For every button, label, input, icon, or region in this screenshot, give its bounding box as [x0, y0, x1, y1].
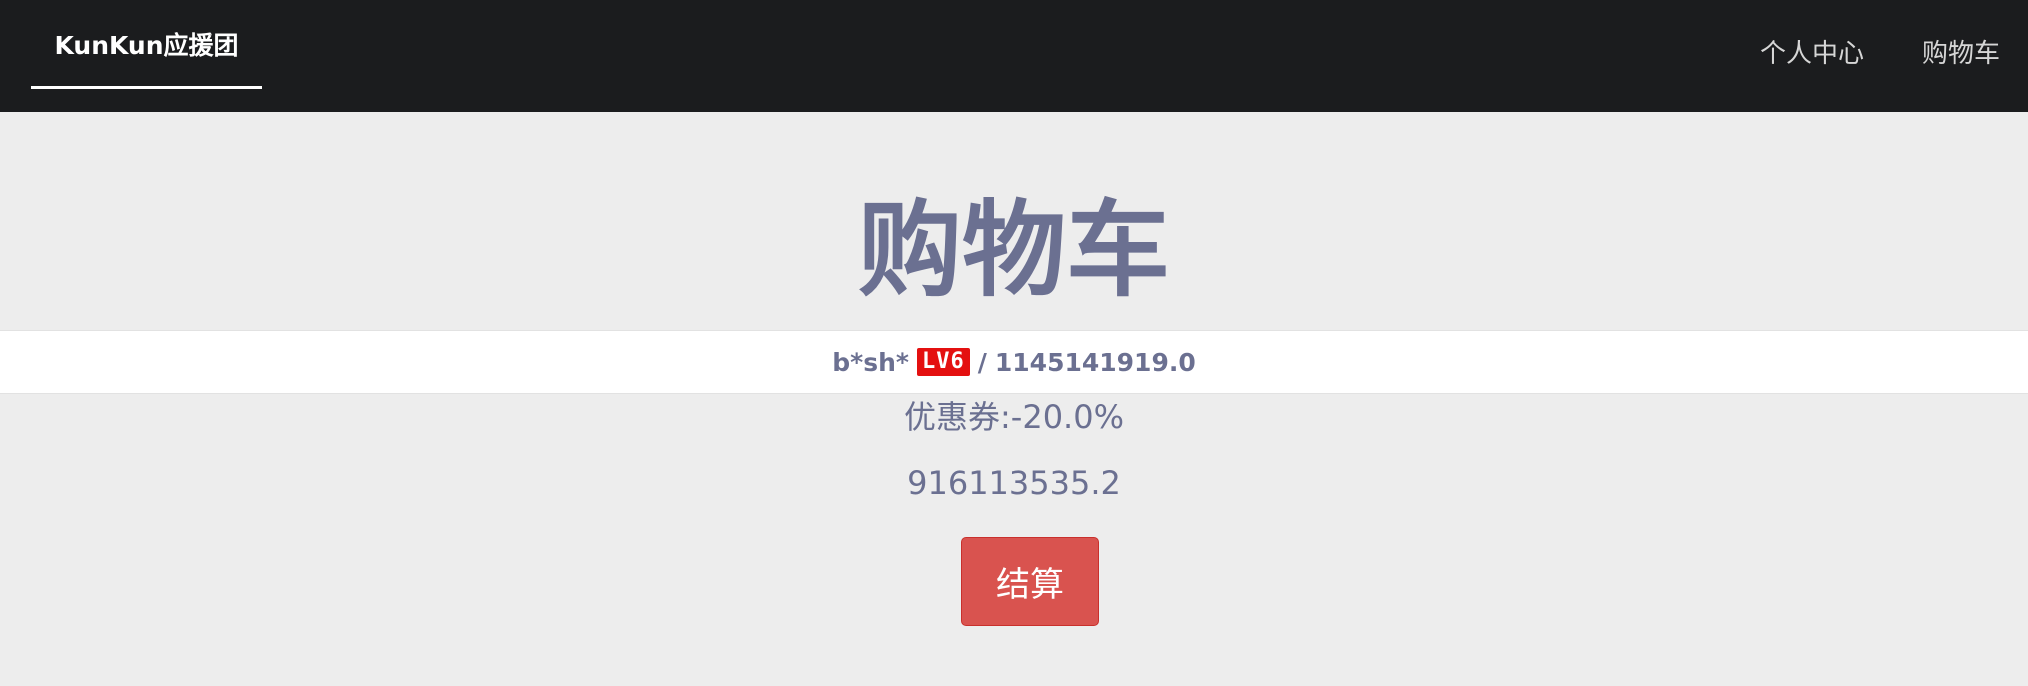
- page-title: 购物车: [857, 189, 1170, 311]
- coupon-discount: 优惠券:-20.0%: [904, 398, 1124, 436]
- user-balance: 1145141919.0: [994, 347, 1196, 377]
- active-brand-underline: [31, 86, 262, 89]
- nav-link-shopping-cart[interactable]: 购物车: [1922, 33, 2000, 70]
- nav-link-personal-center[interactable]: 个人中心: [1760, 33, 1864, 70]
- brand-link[interactable]: KunKun应援团: [31, 0, 262, 88]
- level-badge: LV6: [917, 348, 970, 376]
- username: b*sh*: [832, 347, 909, 377]
- balance-separator: /: [977, 347, 987, 377]
- user-info-bar: b*sh* LV6 / 1145141919.0: [0, 330, 2028, 394]
- checkout-button[interactable]: 结算: [961, 537, 1099, 626]
- top-navbar: KunKun应援团 个人中心 购物车: [0, 0, 2028, 112]
- cart-total: 916113535.2: [907, 464, 1121, 502]
- navbar-links: 个人中心 购物车: [1760, 0, 2000, 102]
